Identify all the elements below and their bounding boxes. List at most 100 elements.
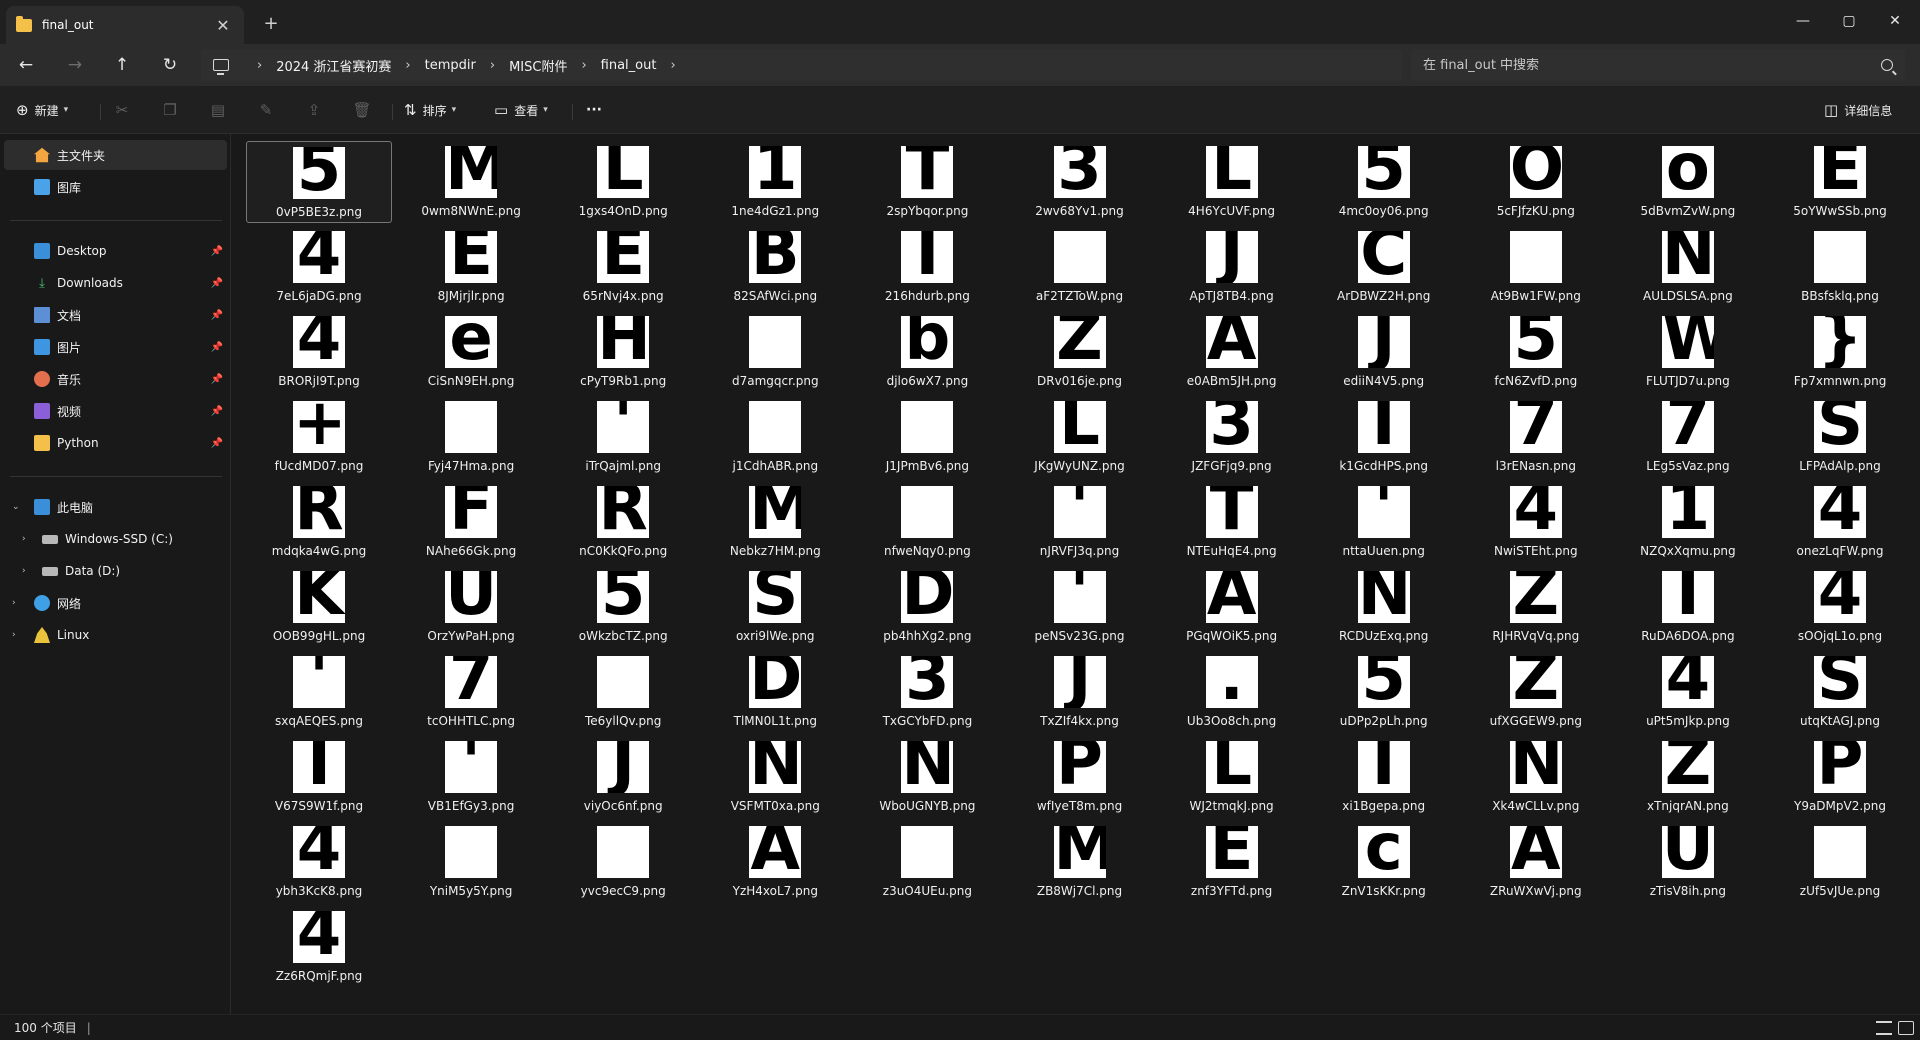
file-item[interactable]: T 2spYbqor.png (854, 141, 1000, 223)
sidebar-item-documents[interactable]: 文档 📌 (4, 300, 227, 330)
file-item[interactable]: ' iTrQajml.png (550, 396, 696, 478)
sidebar-item-pictures[interactable]: 图片 📌 (4, 332, 227, 362)
file-item[interactable]: HcPyT9Rb1.png (550, 311, 696, 393)
file-item[interactable]: 4 onezLqFW.png (1767, 481, 1913, 563)
file-item[interactable]: ' sxqAEQES.png (246, 651, 392, 733)
file-item[interactable]: N VSFMT0xa.png (702, 736, 848, 818)
pin-icon[interactable]: 📌 (211, 342, 223, 353)
sidebar-item-gallery[interactable]: 图库 (4, 172, 227, 202)
file-item[interactable]: 5 oWkzbcTZ.png (550, 566, 696, 648)
pin-icon[interactable]: 📌 (211, 310, 223, 321)
file-item[interactable]: M 0wm8NWnE.png (398, 141, 544, 223)
file-item[interactable]: _ z3uO4UEu.png (854, 821, 1000, 903)
computer-icon[interactable] (213, 59, 229, 75)
cut-icon[interactable]: ✂ (107, 96, 137, 124)
sidebar-item-videos[interactable]: 视频 📌 (4, 396, 227, 426)
pin-icon[interactable]: 📌 (211, 278, 223, 289)
sidebar-item-linux[interactable]: › Linux (4, 620, 227, 650)
sidebar-item-home[interactable]: 主文件夹 (4, 140, 227, 170)
file-item[interactable]: N AULDSLSA.png (1615, 226, 1761, 308)
file-item[interactable]: A PGqWOiK5.png (1159, 566, 1305, 648)
pin-icon[interactable]: 📌 (211, 438, 223, 449)
file-item[interactable]: O 5cFJfzKU.png (1463, 141, 1609, 223)
file-item[interactable]: W FLUTJD7u.png (1615, 311, 1761, 393)
file-item[interactable]: Z RJHRVqVq.png (1463, 566, 1609, 648)
file-item[interactable]: M Nebkz7HM.png (702, 481, 848, 563)
file-item[interactable]: 5 uDPp2pLh.png (1311, 651, 1457, 733)
sidebar-item-drive-c[interactable]: › Windows-SSD (C:) (4, 524, 227, 554)
file-item[interactable]: ZufXGGEW9.png (1463, 651, 1609, 733)
file-item[interactable]: _ BBsfsklq.png (1767, 226, 1913, 308)
large-icons-view-icon[interactable] (1898, 1021, 1914, 1035)
file-item[interactable]: d7amgqcr.png (702, 311, 848, 393)
file-item[interactable]: T NTEuHqE4.png (1159, 481, 1305, 563)
file-item[interactable]: Dpb4hhXg2.png (854, 566, 1000, 648)
file-item[interactable]: I 216hdurb.png (854, 226, 1000, 308)
chevron-right-icon[interactable]: › (12, 630, 16, 640)
file-item[interactable]: Eznf3YFTd.png (1159, 821, 1305, 903)
delete-icon[interactable]: 🗑 (347, 96, 377, 124)
search-input[interactable] (1423, 57, 1881, 73)
file-item[interactable]: F NAhe66Gk.png (398, 481, 544, 563)
file-item[interactable]: SutqKtAGJ.png (1767, 651, 1913, 733)
chevron-right-icon[interactable]: › (405, 58, 410, 73)
file-item[interactable]: 4 ybh3KcK8.png (246, 821, 392, 903)
file-item[interactable]: 4 NwiSTEht.png (1463, 481, 1609, 563)
file-item[interactable]: P Y9aDMpV2.png (1767, 736, 1913, 818)
back-button[interactable]: ← (10, 50, 42, 80)
minimize-button[interactable]: — (1780, 6, 1826, 36)
details-pane-button[interactable]: ◫ 详细信息 (1824, 96, 1892, 124)
chevron-down-icon[interactable]: ⌄ (12, 502, 20, 512)
file-item[interactable]: N Xk4wCLLv.png (1463, 736, 1609, 818)
file-item[interactable]: 4 uPt5mJkp.png (1615, 651, 1761, 733)
file-item[interactable]: S LFPAdAlp.png (1767, 396, 1913, 478)
chevron-right-icon[interactable]: › (670, 58, 675, 73)
file-item[interactable]: ' nJRVFJ3q.png (1007, 481, 1153, 563)
pin-icon[interactable]: 📌 (211, 374, 223, 385)
file-item[interactable]: UzTisV8ih.png (1615, 821, 1761, 903)
chevron-right-icon[interactable]: › (22, 566, 26, 576)
copy-icon[interactable]: ❐ (155, 96, 185, 124)
file-item[interactable]: 7 LEg5sVaz.png (1615, 396, 1761, 478)
share-icon[interactable]: ⇪ (299, 96, 329, 124)
file-item[interactable]: c ZnV1sKKr.png (1311, 821, 1457, 903)
file-item[interactable]: 1 NZQxXqmu.png (1615, 481, 1761, 563)
file-item[interactable]: } Fp7xmnwn.png (1767, 311, 1913, 393)
file-item[interactable]: L JKgWyUNZ.png (1007, 396, 1153, 478)
file-item[interactable]: 5 4mc0oy06.png (1311, 141, 1457, 223)
file-item[interactable]: L 4H6YcUVF.png (1159, 141, 1305, 223)
file-item[interactable]: nfweNqy0.png (854, 481, 1000, 563)
file-item[interactable]: . Ub3Oo8ch.png (1159, 651, 1305, 733)
file-item[interactable]: I RuDA6DOA.png (1615, 566, 1761, 648)
up-button[interactable]: ↑ (106, 50, 138, 80)
file-item[interactable]: L WJ2tmqkJ.png (1159, 736, 1305, 818)
chevron-right-icon[interactable]: › (257, 58, 262, 73)
new-button[interactable]: ⊕ 新建 ▾ (16, 96, 68, 124)
chevron-right-icon[interactable]: › (490, 58, 495, 73)
file-item[interactable]: N WboUGNYB.png (854, 736, 1000, 818)
file-item[interactable]: 5 0vP5BE3z.png (246, 141, 392, 223)
breadcrumb-item[interactable]: final_out (601, 58, 657, 73)
sidebar-item-music[interactable]: 音乐 📌 (4, 364, 227, 394)
close-tab-icon[interactable]: ✕ (212, 14, 234, 36)
file-item[interactable]: 5 fcN6ZvfD.png (1463, 311, 1609, 393)
rename-icon[interactable]: ✎ (251, 96, 281, 124)
file-item[interactable]: Ixi1Bgepa.png (1311, 736, 1457, 818)
file-item[interactable]: RnC0KkQFo.png (550, 481, 696, 563)
close-window-button[interactable]: ✕ (1872, 6, 1918, 36)
file-item[interactable]: Ae0ABm5JH.png (1159, 311, 1305, 393)
file-item[interactable]: 4 sOOjqL1o.png (1767, 566, 1913, 648)
sidebar-item-network[interactable]: › 网络 (4, 588, 227, 618)
file-item[interactable]: K OOB99gHL.png (246, 566, 392, 648)
maximize-button[interactable]: ▢ (1826, 6, 1872, 36)
file-item[interactable]: e CiSnN9EH.png (398, 311, 544, 393)
file-item[interactable]: aF2TZToW.png (1007, 226, 1153, 308)
sidebar-item-python[interactable]: Python 📌 (4, 428, 227, 458)
file-item[interactable]: 3 2wv68Yv1.png (1007, 141, 1153, 223)
file-item[interactable]: A ZRuWXwVj.png (1463, 821, 1609, 903)
file-item[interactable]: ' peNSv23G.png (1007, 566, 1153, 648)
file-item[interactable]: At9Bw1FW.png (1463, 226, 1609, 308)
file-item[interactable]: 4 Zz6RQmjF.png (246, 906, 392, 988)
file-item[interactable]: 4 BRORjI9T.png (246, 311, 392, 393)
file-item[interactable]: j1CdhABR.png (702, 396, 848, 478)
